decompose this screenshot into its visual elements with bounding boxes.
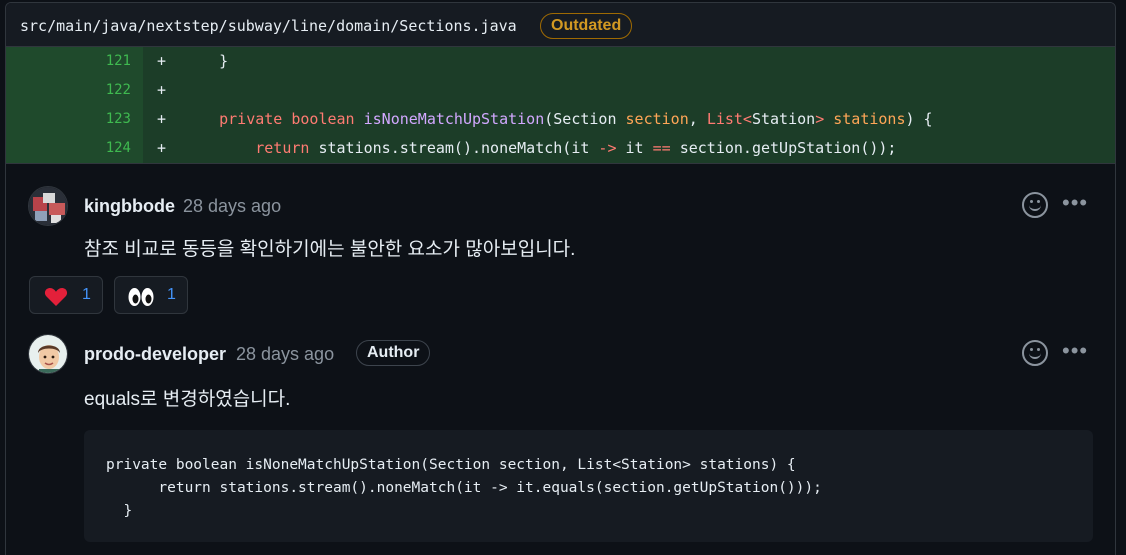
eyes-icon bbox=[128, 288, 154, 306]
code-keyword: boolean bbox=[291, 110, 355, 128]
code-keyword: return bbox=[255, 139, 310, 157]
diff-add-marker: + bbox=[157, 139, 167, 157]
comment-body: 참조 비교로 동등을 확인하기에는 불안한 요소가 많아보입니다. bbox=[84, 239, 576, 260]
comment-body: equals로 변경하였습니다. bbox=[84, 389, 291, 410]
reaction-count: 1 bbox=[167, 286, 176, 303]
smiley-icon bbox=[1029, 203, 1041, 211]
review-thread-panel: src/main/java/nextstep/subway/line/domai… bbox=[5, 2, 1116, 555]
diff-add-marker: + bbox=[157, 81, 167, 99]
comment-timestamp[interactable]: 28 days ago bbox=[183, 196, 281, 217]
diff-add-marker: + bbox=[157, 110, 167, 128]
more-options-button[interactable]: ••• bbox=[1062, 340, 1088, 362]
reaction-count: 1 bbox=[82, 286, 91, 303]
diff-row: 122 + bbox=[6, 76, 1115, 105]
reaction-heart-button[interactable]: 1 bbox=[29, 276, 103, 314]
line-number[interactable]: 121 bbox=[6, 47, 143, 76]
add-reaction-button[interactable] bbox=[1022, 192, 1048, 218]
author-badge: Author bbox=[356, 340, 431, 366]
comment-author[interactable]: prodo-developer bbox=[84, 344, 226, 365]
code-function: isNoneMatchUpStation bbox=[363, 110, 545, 128]
code-param: stations bbox=[833, 110, 906, 128]
smiley-icon bbox=[1029, 351, 1041, 359]
avatar-image bbox=[29, 187, 67, 225]
code-param: section bbox=[625, 110, 689, 128]
code-token: } bbox=[219, 52, 229, 70]
file-header: src/main/java/nextstep/subway/line/domai… bbox=[6, 3, 1115, 47]
heart-icon bbox=[44, 287, 68, 306]
line-number[interactable]: 123 bbox=[6, 105, 143, 134]
diff-row: 123 + private boolean isNoneMatchUpStati… bbox=[6, 105, 1115, 134]
avatar[interactable] bbox=[28, 334, 68, 374]
line-number[interactable]: 124 bbox=[6, 134, 143, 163]
code-token: (Section bbox=[544, 110, 626, 128]
comment-author[interactable]: kingbbode bbox=[84, 196, 175, 217]
diff-row: 121 + } bbox=[6, 47, 1115, 76]
diff-code-line: } bbox=[183, 47, 228, 76]
line-number[interactable]: 122 bbox=[6, 76, 143, 105]
more-options-button[interactable]: ••• bbox=[1062, 192, 1088, 214]
code-token: it bbox=[616, 139, 653, 157]
code-operator: == bbox=[652, 139, 671, 157]
avatar[interactable] bbox=[28, 186, 68, 226]
code-block-content: private boolean isNoneMatchUpStation(Sec… bbox=[106, 457, 822, 519]
comment-code-block: private boolean isNoneMatchUpStation(Sec… bbox=[84, 430, 1093, 542]
code-keyword: private bbox=[219, 110, 283, 128]
diff-add-marker: + bbox=[157, 52, 167, 70]
diff-code-line: private boolean isNoneMatchUpStation(Sec… bbox=[183, 105, 933, 134]
outdated-badge: Outdated bbox=[540, 13, 633, 39]
code-token: section.getUpStation()); bbox=[670, 139, 897, 157]
code-token: , bbox=[688, 110, 707, 128]
code-token: Station bbox=[751, 110, 816, 128]
code-token: stations.stream().noneMatch(it bbox=[309, 139, 599, 157]
diff-row: 124 + return stations.stream().noneMatch… bbox=[6, 134, 1115, 163]
code-keyword: > bbox=[815, 110, 825, 128]
diff-hunk: 121 + } 122 + 123 + private boolean isNo… bbox=[6, 47, 1115, 164]
code-keyword: List< bbox=[706, 110, 752, 128]
comment-timestamp[interactable]: 28 days ago bbox=[236, 344, 334, 365]
reaction-eyes-button[interactable]: 1 bbox=[114, 276, 188, 314]
diff-code-line: return stations.stream().noneMatch(it ->… bbox=[183, 134, 896, 163]
code-token: ) { bbox=[905, 110, 933, 128]
avatar-image bbox=[29, 335, 67, 373]
code-operator: -> bbox=[598, 139, 617, 157]
file-path-link[interactable]: src/main/java/nextstep/subway/line/domai… bbox=[20, 17, 517, 35]
add-reaction-button[interactable] bbox=[1022, 340, 1048, 366]
